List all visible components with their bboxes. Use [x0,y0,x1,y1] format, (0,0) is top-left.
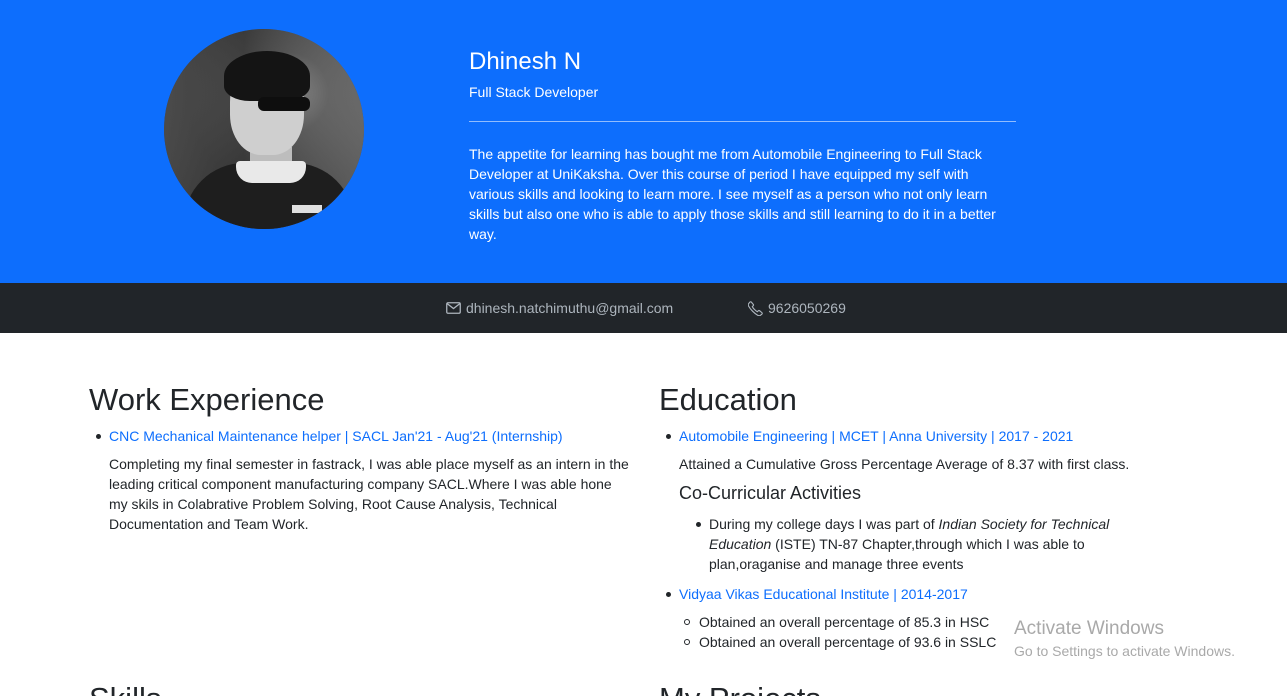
education-title: Education [659,382,797,417]
profile-photo [164,29,364,229]
phone-text: 9626050269 [768,300,846,316]
activate-windows-watermark: Activate Windows [1014,618,1164,639]
education-item-link[interactable]: Vidyaa Vikas Educational Institute | 201… [679,584,968,604]
education-item-description: Attained a Cumulative Gross Percentage A… [679,456,1130,472]
list-circle [684,639,690,645]
hsc-result: Obtained an overall percentage of 85.3 i… [699,614,990,630]
projects-title: My Projects [659,681,821,696]
profile-role: Full Stack Developer [469,84,599,100]
sslc-result: Obtained an overall percentage of 93.6 i… [699,634,997,650]
co-curricular-heading: Co-Curricular Activities [679,483,862,503]
email-contact[interactable]: dhinesh.natchimuthu@gmail.com [446,299,673,317]
contact-bar: dhinesh.natchimuthu@gmail.com 9626050269 [0,283,1287,333]
list-circle [684,619,690,625]
work-item-link[interactable]: CNC Mechanical Maintenance helper | SACL… [109,426,563,446]
profile-about: The appetite for learning has bought me … [469,146,996,242]
activate-windows-hint: Go to Settings to activate Windows. [1014,643,1235,659]
profile-name: Dhinesh N [469,48,582,75]
profile-header: Dhinesh N Full Stack Developer The appet… [0,0,1287,283]
email-text[interactable]: dhinesh.natchimuthu@gmail.com [466,299,673,317]
telephone-icon [748,300,763,316]
phone-contact[interactable]: 9626050269 [748,299,846,317]
list-bullet [666,434,671,439]
work-experience-title: Work Experience [89,382,325,417]
list-bullet [696,522,701,527]
work-item-description: Completing my final semester in fastrack… [109,456,629,532]
co-curricular-item: During my college days I was part of Ind… [709,516,1110,572]
list-bullet [96,434,101,439]
skills-title: Skills [89,681,161,696]
envelope-icon [446,302,461,314]
list-bullet [666,592,671,597]
education-item-link[interactable]: Automobile Engineering | MCET | Anna Uni… [679,426,1073,446]
header-divider [469,121,1016,122]
